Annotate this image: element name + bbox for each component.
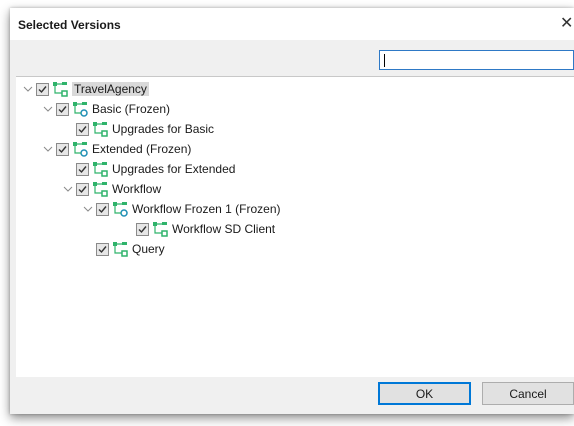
tree-item-label: TravelAgency — [72, 82, 149, 96]
selected-versions-dialog: Selected Versions ✕ TravelAgency Basic (… — [10, 8, 574, 414]
green-tree-icon — [93, 162, 108, 177]
close-button[interactable]: ✕ — [560, 12, 574, 36]
frozen-version-icon — [73, 102, 88, 117]
green-tree-icon — [113, 242, 128, 257]
dialog-title: Selected Versions — [18, 18, 121, 32]
checkbox[interactable] — [56, 102, 69, 116]
text-caret — [384, 54, 385, 67]
tree-item-label: Workflow Frozen 1 (Frozen) — [132, 202, 281, 216]
green-tree-icon — [153, 222, 168, 237]
tree-item-workflow-sd-client[interactable]: Workflow SD Client — [136, 219, 275, 239]
tree-item-label: Workflow — [112, 182, 162, 196]
checkbox[interactable] — [96, 202, 109, 216]
green-tree-icon — [93, 122, 108, 137]
tree-item-label: Basic (Frozen) — [92, 102, 171, 116]
tree-item-extended-frozen[interactable]: Extended (Frozen) — [40, 139, 191, 159]
tree-item-label: Workflow SD Client — [172, 222, 276, 236]
checkbox[interactable] — [56, 142, 69, 156]
tree-item-upgrades-for-extended[interactable]: Upgrades for Extended — [76, 159, 235, 179]
frozen-version-icon — [113, 202, 128, 217]
checkbox[interactable] — [36, 82, 49, 96]
tree-item-query[interactable]: Query — [96, 239, 165, 259]
chevron-down-icon[interactable] — [60, 179, 76, 199]
chevron-down-icon[interactable] — [20, 79, 36, 99]
tree-item-label: Upgrades for Extended — [112, 162, 236, 176]
chevron-down-icon[interactable] — [40, 99, 56, 119]
tree-item-label: Query — [132, 242, 165, 256]
search-input[interactable] — [379, 50, 574, 70]
tree-item-workflow[interactable]: Workflow — [60, 179, 161, 199]
tree-item-upgrades-for-basic[interactable]: Upgrades for Basic — [76, 119, 214, 139]
checkbox[interactable] — [76, 162, 89, 176]
checkbox[interactable] — [76, 122, 89, 136]
tree-item-label: Extended (Frozen) — [92, 142, 192, 156]
tree-item-travelagency[interactable]: TravelAgency — [20, 79, 149, 99]
green-tree-icon — [93, 182, 108, 197]
version-tree[interactable]: TravelAgency Basic (Frozen) Upgrades for… — [16, 76, 574, 377]
green-tree-icon — [53, 82, 68, 97]
tree-item-workflow-frozen-1[interactable]: Workflow Frozen 1 (Frozen) — [80, 199, 280, 219]
checkbox[interactable] — [96, 242, 109, 256]
tree-item-label: Upgrades for Basic — [112, 122, 215, 136]
chevron-down-icon[interactable] — [40, 139, 56, 159]
frozen-version-icon — [73, 142, 88, 157]
chevron-down-icon[interactable] — [80, 199, 96, 219]
cancel-button[interactable]: Cancel — [482, 382, 574, 405]
checkbox[interactable] — [76, 182, 89, 196]
checkbox[interactable] — [136, 222, 149, 236]
tree-item-basic-frozen[interactable]: Basic (Frozen) — [40, 99, 170, 119]
ok-button[interactable]: OK — [378, 382, 471, 405]
title-bar: Selected Versions ✕ — [10, 8, 574, 40]
